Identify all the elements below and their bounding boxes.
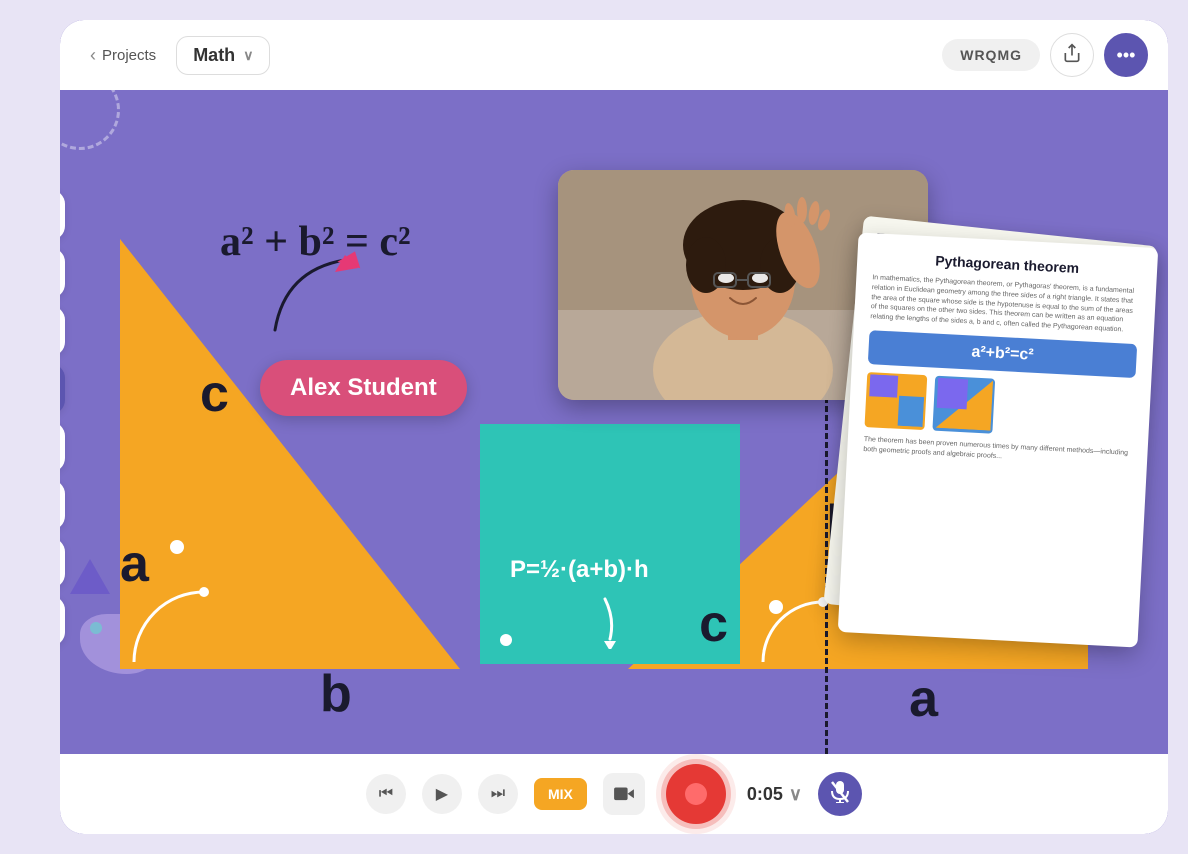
project-name: Math [193,45,235,66]
eraser-tool[interactable]: ◻ [60,306,65,356]
doc-images [864,372,1135,441]
left-toolbar: ☞ ✏ ◻ › ↩ ⬜ [60,190,65,646]
mix-button[interactable]: MIX [534,778,587,810]
doc-image-1 [864,372,927,430]
project-dropdown[interactable]: Math ∨ [176,36,270,75]
play-icon: ▶ [436,784,448,804]
doc-extra-text: The theorem has been proven numerous tim… [863,435,1132,469]
pointer-tool[interactable]: ☞ [60,190,65,240]
timer-display: 0:05 ∨ [747,784,802,805]
document-front: Pythagorean theorem In mathematics, the … [838,232,1159,647]
label-c-right: c [699,594,728,654]
zoom-tool[interactable] [60,596,65,646]
back-button[interactable]: ‹ Projects [80,39,166,72]
mic-button[interactable] [818,772,862,816]
play-button[interactable]: ▶ [422,774,462,814]
angle-arc-right [753,592,833,672]
white-dot-right [769,600,783,614]
doc-body-text: In mathematics, the Pythagorean theorem,… [870,273,1140,336]
label-b: b [320,664,352,724]
camera-icon [613,783,635,806]
room-code[interactable]: WRQMG [942,39,1040,71]
share-button[interactable] [1050,33,1094,77]
trapezoid-formula: P=½·(a+b)·h [510,556,649,584]
camera-button[interactable] [603,773,645,815]
label-a-bottom: a [909,669,938,729]
share-icon [1062,43,1082,68]
target-tool[interactable] [60,364,65,414]
undo-button[interactable]: ↩ [60,480,65,530]
deco-purple-triangle [70,559,110,594]
record-button[interactable] [666,764,726,824]
rewind-icon: ⏮ [379,785,393,803]
doc-formula: a²+b²=c² [868,330,1137,378]
white-dot-cyan [500,634,512,646]
deco-circle [60,90,120,150]
rectangle-tool[interactable]: ⬜ [60,538,65,588]
rewind-button[interactable]: ⏮ [366,774,406,814]
forward-button[interactable]: ⏭ [478,774,518,814]
mic-icon [831,781,849,808]
main-container: ‹ Projects Math ∨ WRQMG ••• ☞ ✏ [60,20,1168,834]
label-c: c [200,364,229,424]
arrow-right-tool[interactable]: › [60,422,65,472]
white-dot-left [170,540,184,554]
record-indicator [685,783,707,805]
arrow-annotation [255,240,395,365]
top-bar: ‹ Projects Math ∨ WRQMG ••• [60,20,1168,90]
student-label: Alex Student [260,360,467,416]
more-icon: ••• [1117,45,1136,66]
chevron-down-icon[interactable]: ∨ [789,784,802,805]
pencil-tool[interactable]: ✏ [60,248,65,298]
angle-arc-left [124,582,214,672]
cyan-arrow [590,589,650,654]
forward-icon: ⏭ [491,785,505,803]
back-label: Projects [102,47,156,64]
canvas-area: ☞ ✏ ◻ › ↩ ⬜ [60,90,1168,754]
bottom-toolbar: ⏮ ▶ ⏭ MIX 0:05 ∨ [60,754,1168,834]
doc-image-2 [932,376,995,434]
chevron-left-icon: ‹ [90,45,96,66]
more-button[interactable]: ••• [1104,33,1148,77]
chevron-down-icon: ∨ [243,47,253,64]
